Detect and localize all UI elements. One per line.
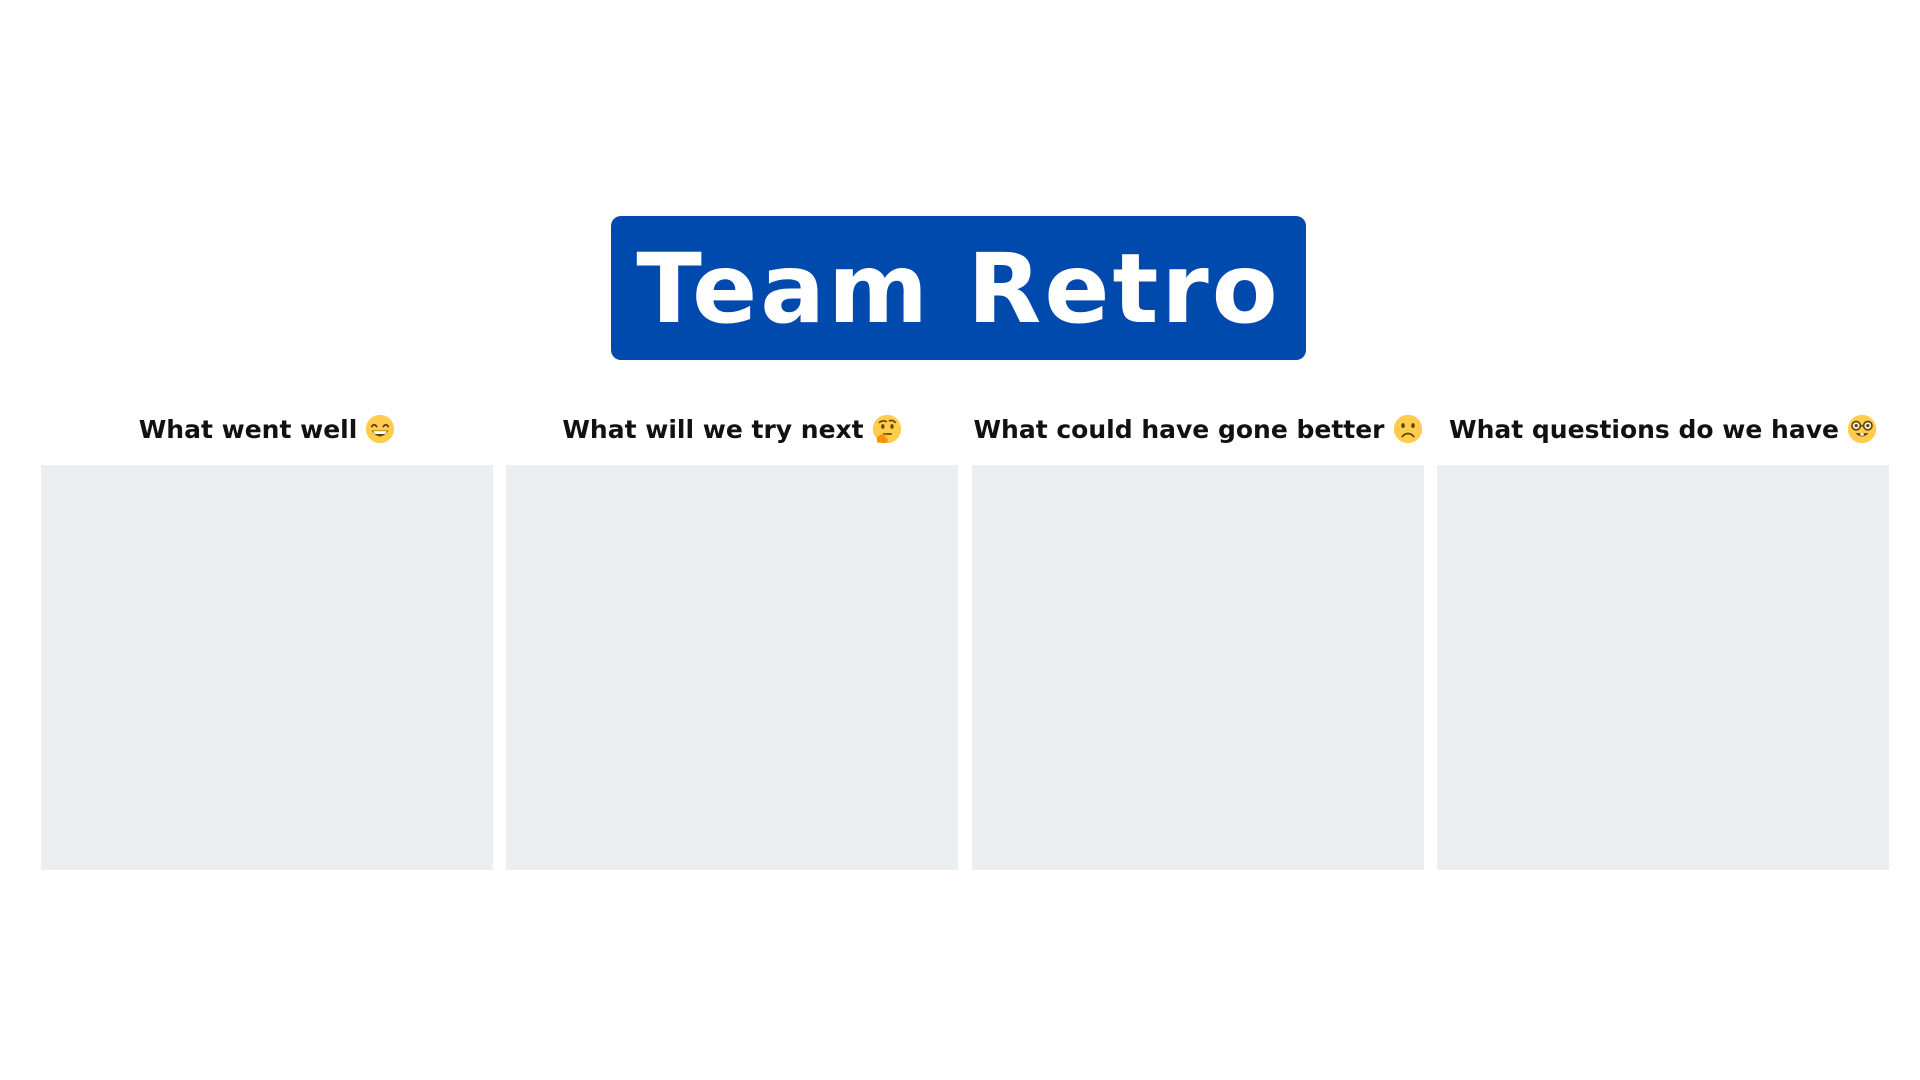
thinking-face-icon <box>872 414 902 444</box>
retro-board: Team Retro What went well What will we t… <box>0 0 1920 1080</box>
column-title: What will we try next <box>562 414 864 444</box>
page-title: Team Retro <box>636 233 1281 345</box>
nerd-face-icon <box>1847 414 1877 444</box>
column-title: What went well <box>138 414 358 444</box>
column-title: What questions do we have <box>1449 414 1839 444</box>
column-gone-better: What could have gone better <box>972 405 1424 870</box>
column-try-next: What will we try next <box>506 405 958 870</box>
column-drop-area[interactable] <box>972 465 1424 870</box>
column-title: What could have gone better <box>973 414 1385 444</box>
column-questions: What questions do we have <box>1437 405 1889 870</box>
column-drop-area[interactable] <box>1437 465 1889 870</box>
column-header: What could have gone better <box>972 405 1424 453</box>
column-drop-area[interactable] <box>506 465 958 870</box>
column-went-well: What went well <box>41 405 493 870</box>
grinning-face-icon <box>365 414 395 444</box>
column-drop-area[interactable] <box>41 465 493 870</box>
title-banner: Team Retro <box>611 216 1306 360</box>
slightly-frowning-face-icon <box>1393 414 1423 444</box>
column-header: What questions do we have <box>1437 405 1889 453</box>
column-header: What went well <box>41 405 493 453</box>
column-header: What will we try next <box>506 405 958 453</box>
